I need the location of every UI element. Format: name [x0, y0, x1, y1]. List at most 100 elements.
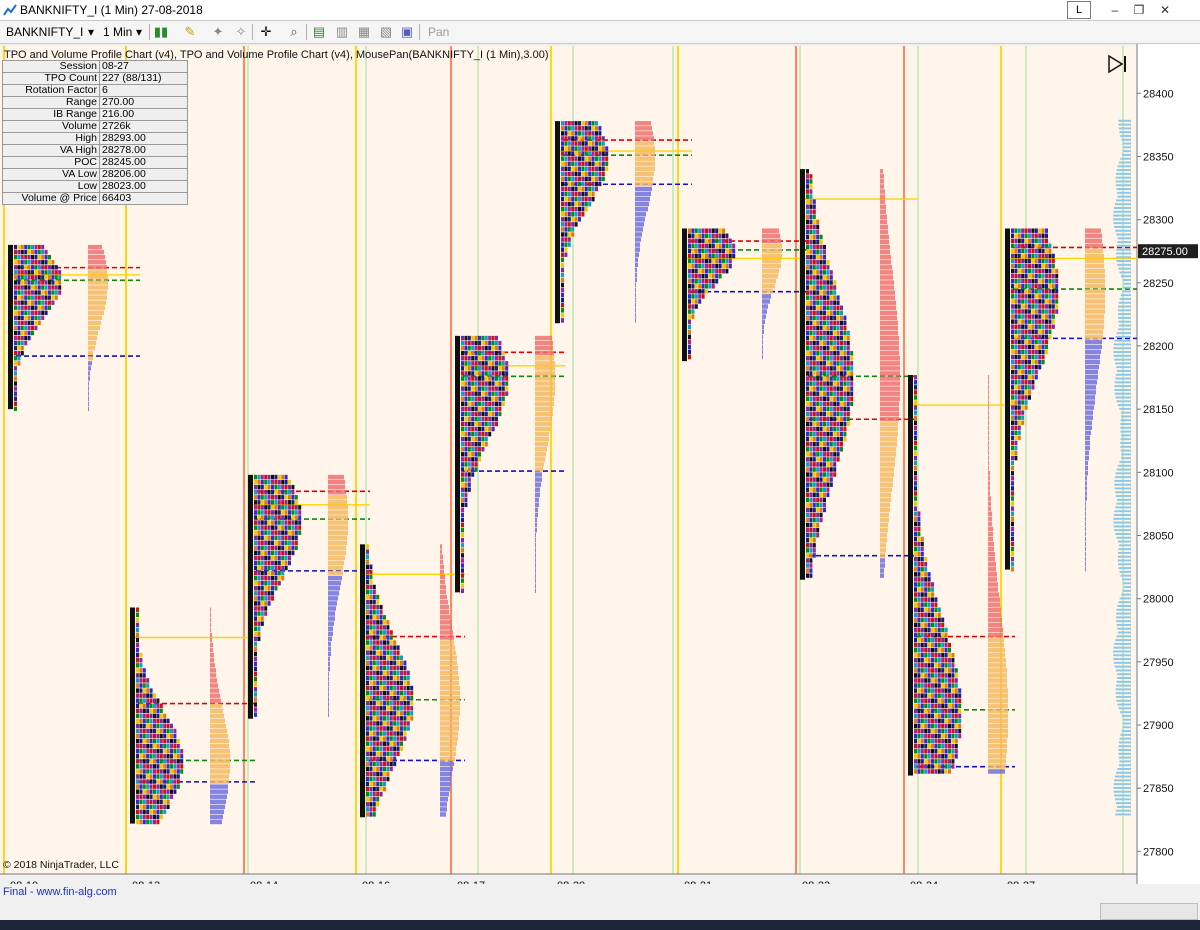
volume-bar	[440, 615, 450, 620]
zoom-icon[interactable]: ⌕	[285, 23, 303, 41]
tpo-block	[267, 601, 271, 606]
tpo-block	[254, 560, 257, 566]
composite-bar	[1123, 718, 1131, 721]
tpo-block	[914, 612, 917, 618]
tpo-block	[701, 273, 705, 279]
tpo-block	[812, 204, 816, 209]
volume-bar	[88, 335, 97, 341]
tpo-block	[366, 685, 369, 691]
tpo-block	[715, 263, 719, 269]
tpo-block	[34, 285, 38, 290]
tpo-block	[1041, 309, 1045, 314]
composite-bar	[1117, 703, 1131, 706]
tpo-block	[159, 789, 163, 794]
tpo-block	[464, 467, 468, 472]
chevron-down-icon[interactable]: ▾	[136, 23, 142, 41]
strategies-icon[interactable]: ▥	[333, 23, 351, 41]
tpo-block	[806, 194, 809, 199]
tpo-block	[372, 761, 376, 767]
tpo-block	[149, 749, 153, 754]
template-icon[interactable]: ▣	[398, 23, 416, 41]
crosshair-icon[interactable]: ✛	[257, 23, 275, 41]
volume-bar	[535, 345, 553, 351]
volume-bar	[880, 497, 891, 503]
tpo-block	[931, 582, 934, 587]
interval-selector[interactable]: 1 Min	[103, 23, 132, 41]
tpo-block	[467, 406, 471, 412]
candlestick-style-icon[interactable]: ▮▮	[152, 23, 170, 41]
tpo-block	[927, 759, 931, 764]
volume-bar	[440, 589, 446, 595]
pan-button[interactable]: Pan	[428, 23, 449, 41]
tpo-block	[484, 366, 488, 371]
chart-properties-icon[interactable]: ▦	[355, 23, 373, 41]
data-series-icon[interactable]: ▧	[377, 23, 395, 41]
tpo-block	[1024, 243, 1028, 249]
volume-bar	[210, 652, 214, 658]
tools-icon[interactable]: ✦	[209, 23, 227, 41]
footer-link[interactable]: Final - www.fin-alg.com	[3, 886, 117, 898]
tpo-block	[376, 736, 380, 741]
volume-bar	[535, 391, 555, 396]
volume-bar	[440, 645, 455, 650]
tpo-block	[829, 436, 833, 442]
horizontal-scrollbar[interactable]	[1100, 903, 1198, 920]
pencil-draw-icon[interactable]: ✎	[181, 23, 199, 41]
tpo-block	[917, 658, 921, 663]
tpo-block	[843, 416, 847, 422]
tpo-block	[833, 457, 837, 462]
tpo-block	[591, 181, 595, 187]
chevron-down-icon[interactable]: ▾	[88, 23, 94, 41]
tpo-block	[806, 462, 809, 467]
tpo-block	[809, 517, 813, 523]
volume-bar	[880, 487, 892, 492]
drawing-tools-icon[interactable]: ✧	[232, 23, 250, 41]
tpo-block	[833, 340, 837, 346]
volume-bar	[440, 665, 458, 671]
minimize-icon[interactable]: –	[1104, 2, 1126, 18]
volume-bar	[440, 554, 443, 559]
indicators-icon[interactable]: ▤	[310, 23, 328, 41]
tpo-block	[561, 126, 564, 131]
composite-bar	[1118, 316, 1131, 319]
tpo-block	[806, 568, 809, 573]
instrument-selector[interactable]: BANKNIFTY_I	[6, 23, 83, 41]
composite-bar	[1120, 157, 1131, 160]
tpo-block	[816, 416, 820, 422]
tpo-block	[488, 366, 492, 371]
volume-bar	[988, 764, 1006, 769]
tpo-block	[914, 622, 917, 628]
tpo-block	[571, 206, 575, 212]
tpo-block	[934, 622, 938, 628]
tpo-block	[257, 530, 261, 535]
tpo-block	[951, 703, 955, 709]
tpo-block	[581, 156, 585, 161]
tpo-block	[1011, 375, 1014, 380]
tpo-block	[1024, 304, 1028, 309]
tpo-block	[478, 411, 481, 417]
tpo-block	[159, 728, 163, 734]
volume-bar	[535, 457, 545, 462]
volume-bar	[88, 406, 89, 411]
tpo-block	[1051, 273, 1055, 279]
close-icon[interactable]: ✕	[1154, 2, 1176, 18]
tpo-block	[1011, 420, 1014, 425]
tpo-block	[937, 632, 941, 638]
tpo-block	[917, 703, 921, 709]
restore-icon[interactable]: ❐	[1128, 2, 1150, 18]
tpo-block	[917, 678, 921, 683]
tpo-block	[1024, 319, 1028, 324]
volume-bar	[880, 214, 887, 220]
layout-button[interactable]: L	[1067, 1, 1091, 19]
chart-toolbar: BANKNIFTY_I ▾ 1 Min ▾ ▮▮ ✎ ✦ ✧ ✛ ⌕ ▤ ▥ ▦…	[0, 21, 1200, 44]
tpo-block	[819, 487, 823, 492]
volume-bar	[988, 400, 989, 405]
tpo-block	[595, 136, 598, 141]
tpo-block	[1017, 314, 1021, 319]
tpo-block	[498, 351, 502, 356]
tpo-block	[376, 797, 380, 802]
tpo-block	[146, 769, 150, 774]
tpo-block	[927, 642, 931, 648]
tpo-block	[369, 680, 373, 686]
tpo-block	[386, 675, 390, 681]
